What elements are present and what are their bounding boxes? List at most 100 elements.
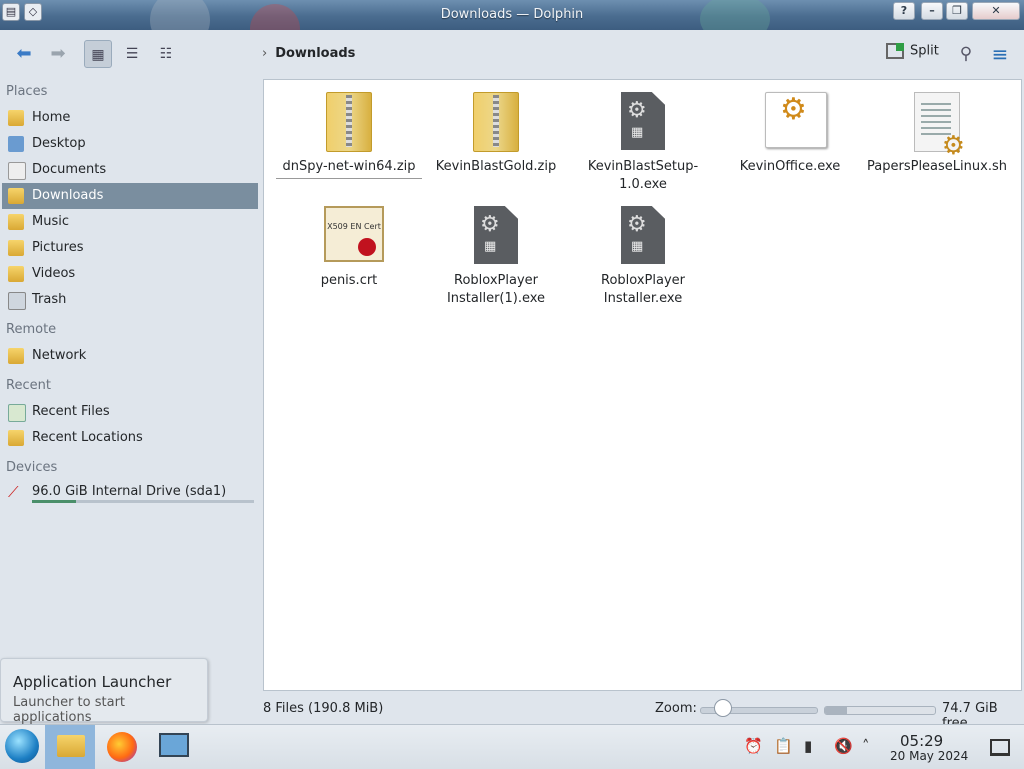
split-label: Split — [910, 43, 939, 59]
folder-icon — [57, 735, 85, 757]
music-folder-icon — [8, 214, 24, 230]
file-item[interactable]: PapersPleaseLinux.sh — [864, 84, 1010, 176]
sidebar-item-music[interactable]: Music — [2, 209, 258, 235]
title-bar[interactable]: ▤ ◇ Downloads — Dolphin ? – ❐ ✕ — [0, 0, 1024, 30]
maximize-button[interactable]: ❐ — [946, 2, 968, 20]
sidebar-item-label: Desktop — [32, 136, 86, 151]
forward-arrow-icon[interactable]: ➡ — [44, 40, 72, 68]
tooltip-subtitle: Launcher to start applications — [13, 695, 126, 725]
breadcrumb[interactable]: › Downloads — [262, 46, 355, 61]
search-icon[interactable]: ⚲ — [952, 40, 980, 68]
home-folder-icon — [8, 110, 24, 126]
volume-muted-icon[interactable]: 🔇 — [834, 737, 853, 755]
sidebar-item-label: Network — [32, 348, 87, 363]
sidebar-item-home[interactable]: Home — [2, 105, 258, 131]
sidebar-item-network[interactable]: Network — [2, 343, 258, 369]
file-item[interactable]: KevinOffice.exe — [717, 84, 863, 176]
hamburger-menu-icon[interactable]: ≡ — [986, 40, 1014, 68]
chevron-right-icon: › — [262, 46, 268, 61]
compact-view-icon[interactable]: ☰ — [118, 40, 146, 68]
show-desktop-icon[interactable] — [990, 739, 1010, 756]
sidebar-item-trash[interactable]: Trash — [2, 287, 258, 313]
file-name: RobloxPlayer Installer.exe — [601, 273, 685, 306]
script-file-icon — [912, 92, 965, 155]
status-summary: 8 Files (190.8 MiB) — [263, 701, 384, 716]
battery-icon[interactable]: ▮ — [804, 737, 812, 755]
sidebar-item-recent-locations[interactable]: Recent Locations — [2, 425, 258, 451]
sidebar-item-label: Recent Files — [32, 404, 110, 419]
sidebar-item-label: Music — [32, 214, 69, 229]
sidebar-item-desktop[interactable]: Desktop — [2, 131, 258, 157]
file-name: KevinOffice.exe — [739, 159, 841, 174]
desktop-icon — [8, 136, 24, 152]
executable-file-icon — [618, 206, 668, 268]
sidebar-item-label: Trash — [32, 292, 67, 307]
executable-file-icon — [471, 206, 521, 268]
file-view[interactable]: dnSpy-net-win64.zip KevinBlastGold.zip K… — [263, 79, 1022, 691]
downloads-folder-icon — [8, 188, 24, 204]
sidebar-item-label: Pictures — [32, 240, 84, 255]
zip-file-icon — [471, 92, 521, 154]
file-name: dnSpy-net-win64.zip — [276, 158, 422, 179]
help-button[interactable]: ? — [893, 2, 915, 20]
network-icon — [8, 348, 24, 364]
toolbar: ⬅ ➡ ▦ ☰ ☷ › Downloads Split ⚲ ≡ — [0, 30, 1024, 78]
hard-drive-icon: ⟋ — [8, 483, 19, 501]
task-firefox[interactable] — [97, 725, 147, 769]
sidebar-item-label: Videos — [32, 266, 76, 281]
notifications-icon[interactable]: ⏰ — [744, 737, 763, 755]
clipboard-icon[interactable]: 📋 — [774, 737, 793, 755]
window-title: Downloads — Dolphin — [440, 7, 584, 22]
devices-heading: Devices — [6, 460, 58, 475]
places-heading: Places — [6, 84, 48, 99]
task-dolphin[interactable] — [45, 725, 95, 769]
sidebar-item-downloads[interactable]: Downloads — [2, 183, 258, 209]
clock-time[interactable]: 05:29 — [900, 732, 943, 750]
file-item[interactable]: RobloxPlayer Installer.exe — [570, 198, 716, 308]
file-item[interactable]: X509 EN Cert penis.crt — [276, 198, 422, 290]
zoom-label: Zoom: — [655, 701, 697, 716]
breadcrumb-item[interactable]: Downloads — [275, 46, 355, 61]
zip-file-icon — [324, 92, 374, 154]
file-item[interactable]: KevinBlastSetup-1.0.exe — [570, 84, 716, 194]
zoom-slider-handle[interactable] — [714, 699, 733, 717]
application-launcher-icon[interactable] — [5, 729, 39, 763]
drive-usage-fill — [32, 500, 77, 503]
file-item[interactable]: KevinBlastGold.zip — [423, 84, 569, 176]
recent-heading: Recent — [6, 378, 51, 393]
sidebar-item-videos[interactable]: Videos — [2, 261, 258, 287]
sidebar-item-label: Documents — [32, 162, 107, 177]
sidebar-item-label: Downloads — [32, 188, 104, 203]
tooltip-title: Application Launcher — [13, 673, 172, 691]
details-view-icon[interactable]: ☷ — [152, 40, 180, 68]
file-item[interactable]: dnSpy-net-win64.zip — [276, 84, 422, 179]
file-name: PapersPleaseLinux.sh — [867, 159, 1007, 174]
free-space-bar — [824, 706, 936, 715]
file-item[interactable]: RobloxPlayer Installer(1).exe — [423, 198, 569, 308]
executable-file-icon — [618, 92, 668, 154]
recent-locations-icon — [8, 430, 24, 446]
monitor-icon — [159, 733, 189, 757]
sidebar-item-documents[interactable]: Documents — [2, 157, 258, 183]
back-arrow-icon[interactable]: ⬅ — [10, 40, 38, 68]
tooltip: Application Launcher Launcher to start a… — [0, 658, 208, 725]
task-system-settings[interactable] — [149, 725, 199, 769]
trash-icon — [8, 292, 26, 310]
icons-view-icon[interactable]: ▦ — [84, 40, 112, 68]
file-name: penis.crt — [320, 273, 378, 288]
sidebar-item-label: Home — [32, 110, 71, 125]
sidebar-item-pictures[interactable]: Pictures — [2, 235, 258, 261]
chevron-up-icon[interactable]: ˄ — [862, 737, 870, 755]
file-name: KevinBlastSetup-1.0.exe — [587, 159, 699, 192]
minimize-button[interactable]: – — [921, 2, 943, 20]
drive-usage-bar — [32, 500, 254, 503]
firefox-icon — [107, 732, 137, 762]
split-view-icon — [886, 43, 904, 59]
split-button[interactable]: Split — [886, 43, 939, 65]
remote-heading: Remote — [6, 322, 57, 337]
sidebar-item-recent-files[interactable]: Recent Files — [2, 399, 258, 425]
close-button[interactable]: ✕ — [972, 2, 1020, 20]
pictures-folder-icon — [8, 240, 24, 256]
clock-date[interactable]: 20 May 2024 — [890, 749, 968, 763]
certificate-icon: X509 EN Cert — [324, 206, 384, 268]
